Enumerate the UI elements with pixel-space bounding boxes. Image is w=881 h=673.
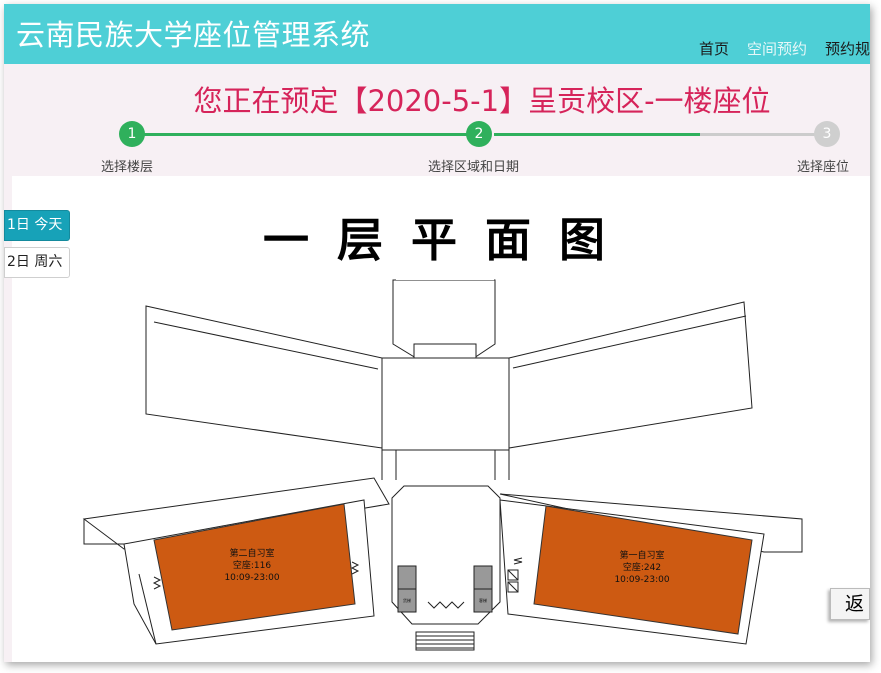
freight-elevator-label: 货梯 xyxy=(403,597,411,603)
room-2-hours: 10:09-23:00 xyxy=(224,573,279,583)
room-1-name: 第一自习室 xyxy=(619,549,664,561)
date-tab-today[interactable]: 1日 今天 xyxy=(4,210,70,241)
room-1-seats: 空座:242 xyxy=(623,561,661,573)
date-selector: 1日 今天 2日 周六 xyxy=(4,210,70,284)
app-frame: 云南民族大学座位管理系统 首页 空间预约 预约规 您正在预定【2020-5-1】… xyxy=(4,4,870,662)
room-2-seats: 空座:116 xyxy=(233,559,271,571)
date-tab-saturday[interactable]: 2日 周六 xyxy=(4,247,70,278)
passenger-elevator-label: 客梯 xyxy=(479,597,487,603)
floor-plan-map: 第二自习室 空座:116 10:09-23:00 第一自习室 空座:242 10… xyxy=(82,254,803,651)
floor-plan-title: 一层平面图 xyxy=(263,213,633,267)
room-1-hours: 10:09-23:00 xyxy=(614,575,669,585)
room-2-name: 第二自习室 xyxy=(229,547,274,559)
back-button[interactable]: 返 xyxy=(830,588,870,620)
